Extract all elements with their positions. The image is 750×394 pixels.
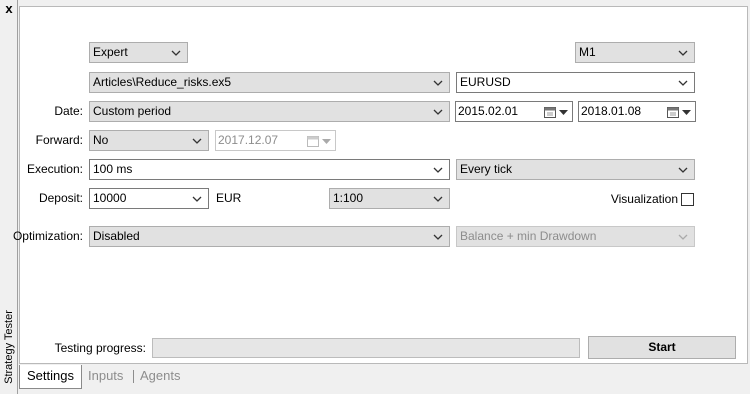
tab-settings[interactable]: Settings [19, 365, 82, 389]
calendar-icon[interactable] [544, 105, 556, 118]
leverage-value: 1:100 [333, 191, 364, 205]
timeframe-value: M1 [579, 45, 596, 59]
date-to-picker[interactable]: 2018.01.08 [578, 101, 696, 122]
testing-progress-label: Testing progress: [54, 341, 146, 355]
leverage-select[interactable]: 1:100 [329, 188, 450, 209]
chevron-down-icon [678, 73, 688, 92]
deposit-label: Deposit: [38, 191, 83, 205]
chevron-down-icon [433, 102, 443, 121]
forward-mode-select[interactable]: No [89, 130, 209, 151]
deposit-amount-value: 10000 [93, 191, 127, 205]
dropdown-arrow-icon[interactable] [682, 102, 691, 121]
dropdown-arrow-icon [322, 131, 331, 150]
date-mode-value: Custom period [93, 104, 172, 118]
tab-bar: Settings Inputs Agents [19, 365, 748, 389]
panel-title: Strategy Tester [3, 310, 15, 384]
chevron-down-icon [433, 160, 443, 179]
symbol-select[interactable]: EURUSD [456, 72, 695, 93]
close-icon[interactable]: x [2, 2, 16, 16]
optimization-mode-value: Disabled [93, 229, 140, 243]
chevron-down-icon [171, 43, 181, 62]
chevron-down-icon [192, 189, 202, 208]
optimization-mode-select[interactable]: Disabled [89, 226, 450, 247]
program-type-select[interactable]: Expert [89, 42, 188, 63]
testing-progress-bar [152, 338, 580, 358]
program-type-value: Expert [93, 45, 128, 59]
timeframe-select[interactable]: M1 [575, 42, 695, 63]
chevron-down-icon [433, 189, 443, 208]
execution-label: Execution: [26, 162, 83, 176]
tab-agents[interactable]: Agents [133, 365, 187, 388]
visualization-label: Visualization [610, 192, 678, 206]
chevron-down-icon [678, 227, 688, 246]
execution-delay-select[interactable]: 100 ms [89, 159, 450, 180]
date-to-value: 2018.01.08 [581, 104, 642, 118]
tab-inputs[interactable]: Inputs [81, 365, 130, 388]
symbol-value: EURUSD [460, 75, 511, 89]
date-label: Date: [54, 104, 83, 118]
deposit-amount-select[interactable]: 10000 [89, 188, 209, 209]
chevron-down-icon [678, 160, 688, 179]
forward-label: Forward: [35, 133, 83, 147]
chevron-down-icon [192, 131, 202, 150]
optimization-label: Optimization: [12, 229, 83, 243]
execution-delay-value: 100 ms [93, 162, 133, 176]
optimization-criterion-select: Balance + min Drawdown [456, 226, 695, 247]
tick-mode-select[interactable]: Every tick [456, 159, 695, 180]
calendar-icon [307, 134, 319, 147]
optimization-criterion-value: Balance + min Drawdown [460, 229, 597, 243]
chevron-down-icon [678, 43, 688, 62]
currency-label: EUR [216, 191, 242, 205]
date-from-value: 2015.02.01 [458, 104, 519, 118]
date-from-picker[interactable]: 2015.02.01 [455, 101, 573, 122]
chevron-down-icon [433, 73, 443, 92]
start-button[interactable]: Start [588, 336, 736, 359]
forward-mode-value: No [93, 133, 109, 147]
date-mode-select[interactable]: Custom period [89, 101, 450, 122]
dropdown-arrow-icon[interactable] [559, 102, 568, 121]
expert-file-select[interactable]: Articles\Reduce_risks.ex5 [89, 72, 450, 93]
forward-date-value: 2017.12.07 [218, 133, 279, 147]
visualization-checkbox[interactable] [681, 193, 694, 206]
expert-file-value: Articles\Reduce_risks.ex5 [93, 75, 232, 89]
chevron-down-icon [433, 227, 443, 246]
forward-date-picker: 2017.12.07 [215, 130, 336, 151]
calendar-icon[interactable] [667, 105, 679, 118]
tick-mode-value: Every tick [460, 162, 513, 176]
